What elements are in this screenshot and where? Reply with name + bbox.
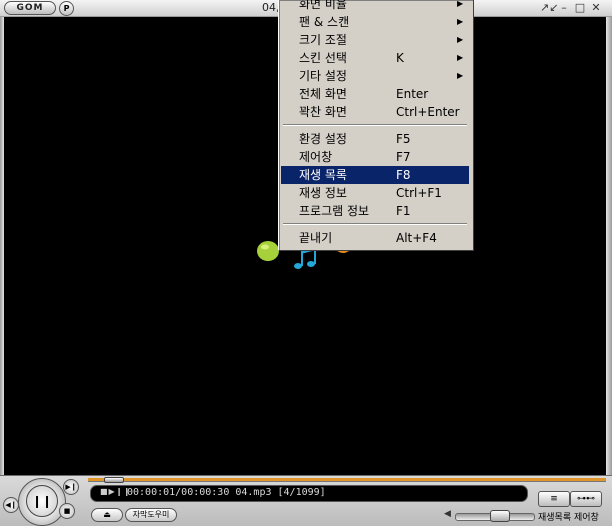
stop-button[interactable]: ■ (59, 503, 75, 519)
menu-item-label: 환경 설정 (299, 132, 347, 146)
subtitle-helper-button[interactable]: 자막도우미 (125, 508, 177, 522)
status-text: 00:00:01/00:00:30 04.mp3 [4/1099] (127, 487, 326, 498)
menu-item-label: 재생 정보 (299, 186, 347, 200)
seek-bar[interactable] (88, 478, 606, 481)
playlist-label: 재생목록 (538, 513, 572, 523)
menu-item[interactable]: 스킨 선택 K ▶ (281, 49, 469, 67)
submenu-arrow-icon: ▶ (457, 71, 464, 80)
next-button[interactable]: ▶❙ (63, 479, 79, 495)
menu-item-label: 꽉찬 화면 (299, 105, 347, 119)
menu-item[interactable]: 제어창 F7 (281, 148, 469, 166)
menu-item-shortcut: F5 (396, 132, 411, 146)
volume-handle[interactable] (490, 510, 510, 522)
maximize-icon[interactable]: □ (574, 2, 586, 14)
menu-separator (283, 124, 467, 126)
close-icon[interactable]: ✕ (590, 2, 602, 14)
context-menu: 화면 비율 ▶ 팬 & 스캔 ▶ 크기 조절 ▶ 스킨 선택 K ▶ 기타 설정 ▶ 전체 화면 Ent… (278, 0, 474, 251)
mini-mode-icon[interactable]: ↗↙ (540, 2, 558, 14)
submenu-arrow-icon: ▶ (457, 53, 464, 62)
menu-item-label: 스킨 선택 (299, 51, 347, 65)
menu-item-label: 크기 조절 (299, 33, 347, 47)
menu-item-label: 끝내기 (299, 231, 333, 245)
menu-item[interactable]: 끝내기 Alt+F4 (281, 229, 469, 247)
menu-item[interactable]: 꽉찬 화면 Ctrl+Enter (281, 103, 469, 121)
menu-item-label: 재생 목록 (299, 168, 347, 182)
control-window-button[interactable]: ⊶⊷ (570, 491, 602, 507)
gom-logo-button[interactable]: GOM (4, 1, 56, 15)
window-title: 04, (262, 1, 280, 14)
submenu-arrow-icon: ▶ (457, 35, 464, 44)
menu-item[interactable]: 환경 설정 F5 (281, 130, 469, 148)
menu-item[interactable]: 전체 화면 Enter (281, 85, 469, 103)
playlist-button[interactable]: ≡ (538, 491, 570, 507)
menu-item-shortcut: Alt+F4 (396, 231, 437, 245)
menu-item-label: 화면 비율 (299, 0, 347, 11)
menu-item-label: 기타 설정 (299, 69, 347, 83)
menu-item[interactable]: 재생 정보 Ctrl+F1 (281, 184, 469, 202)
menu-item-label: 제어창 (299, 150, 333, 164)
right-frame (606, 17, 612, 475)
control-window-label: 제어창 (574, 513, 599, 523)
menu-item-shortcut: Ctrl+Enter (396, 105, 460, 119)
menu-item-shortcut: Enter (396, 87, 429, 101)
menu-item-shortcut: F8 (396, 168, 411, 182)
prev-button[interactable]: ◀❙ (3, 497, 19, 513)
minimize-icon[interactable]: – (558, 2, 570, 14)
menu-item-shortcut: K (396, 51, 404, 65)
menu-item-shortcut: Ctrl+F1 (396, 186, 442, 200)
seek-handle[interactable] (104, 477, 124, 483)
seek-track[interactable] (88, 481, 606, 482)
pause-button[interactable]: ❙❙ (26, 485, 58, 517)
menu-item-label: 전체 화면 (299, 87, 347, 101)
menu-item[interactable]: 화면 비율 ▶ (281, 0, 469, 13)
p-button[interactable]: P (59, 1, 74, 16)
eject-button[interactable]: ⏏ (91, 508, 123, 522)
menu-item-shortcut: F7 (396, 150, 411, 164)
menu-item[interactable]: 크기 조절 ▶ (281, 31, 469, 49)
menu-separator (283, 223, 467, 225)
menu-item[interactable]: 팬 & 스캔 ▶ (281, 13, 469, 31)
speaker-icon[interactable]: ◀ (444, 509, 451, 519)
status-display: ■▶❙❙ 00:00:01/00:00:30 04.mp3 [4/1099] (90, 485, 528, 502)
menu-item[interactable]: 재생 목록 F8 (281, 166, 469, 184)
logo-text: GOM (16, 3, 44, 13)
menu-item-label: 팬 & 스캔 (299, 15, 350, 29)
menu-item-label: 프로그램 정보 (299, 204, 370, 218)
menu-item[interactable]: 기타 설정 ▶ (281, 67, 469, 85)
submenu-arrow-icon: ▶ (457, 0, 464, 8)
menu-item-shortcut: F1 (396, 204, 411, 218)
menu-item[interactable]: 프로그램 정보 F1 (281, 202, 469, 220)
submenu-arrow-icon: ▶ (457, 17, 464, 26)
